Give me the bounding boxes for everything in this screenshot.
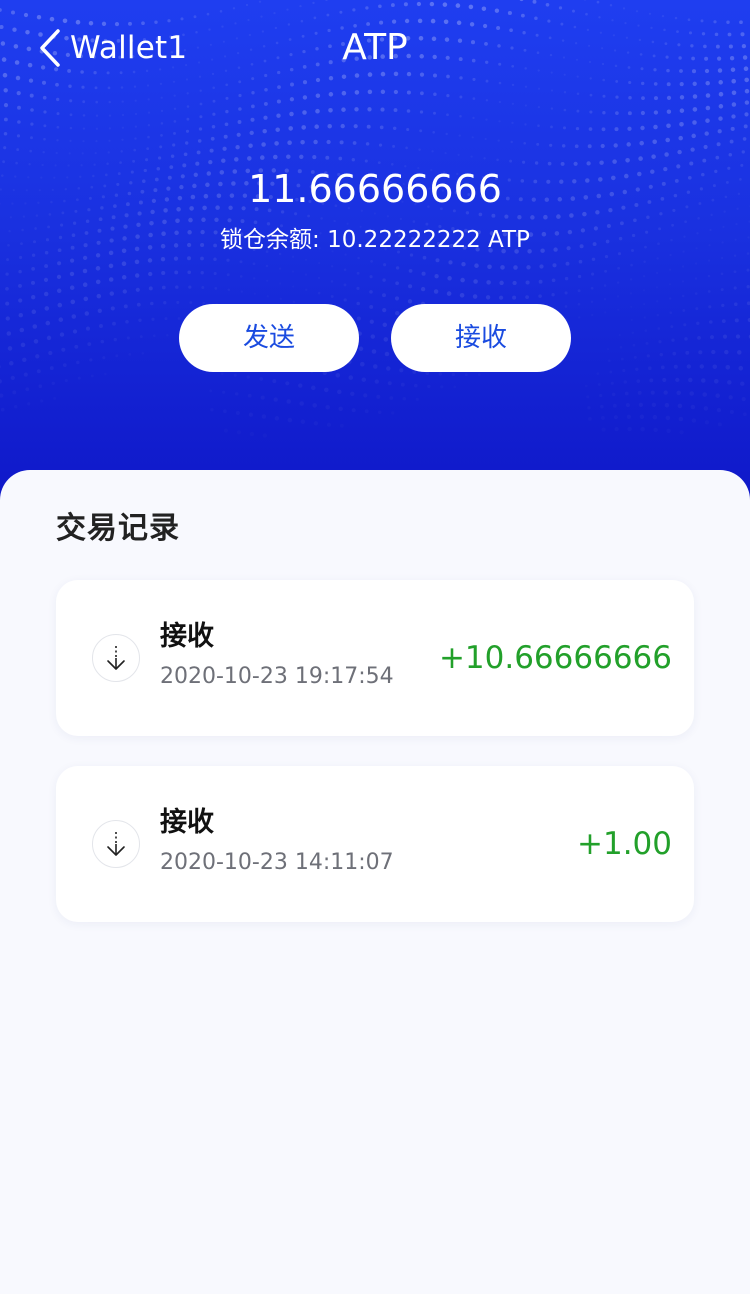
receive-arrow-icon [92, 820, 140, 868]
transaction-type: 接收 [160, 807, 214, 838]
transaction-time: 2020-10-23 14:11:07 [160, 850, 394, 875]
transactions-title: 交易记录 [56, 511, 180, 546]
page-title: ATP [342, 27, 408, 68]
back-label: Wallet1 [70, 30, 188, 66]
transaction-card[interactable]: 接收 2020-10-23 14:11:07 +1.00 [56, 766, 694, 922]
locked-balance: 锁仓余额: 10.22222222 ATP [220, 227, 530, 253]
chevron-left-icon [36, 28, 62, 68]
header-hero: Wallet1 ATP 11.66666666 锁仓余额: 10.2222222… [0, 0, 750, 500]
transaction-amount: +1.00 [577, 826, 672, 862]
transaction-time: 2020-10-23 19:17:54 [160, 664, 394, 689]
receive-arrow-icon [92, 634, 140, 682]
transaction-card[interactable]: 接收 2020-10-23 19:17:54 +10.66666666 [56, 580, 694, 736]
balance-amount: 11.66666666 [248, 167, 502, 211]
back-button[interactable]: Wallet1 [36, 24, 187, 72]
nav-bar: Wallet1 ATP [0, 0, 750, 96]
transaction-amount: +10.66666666 [438, 640, 672, 676]
send-button[interactable]: 发送 [179, 304, 359, 372]
receive-button[interactable]: 接收 [391, 304, 571, 372]
transaction-type: 接收 [160, 621, 214, 652]
